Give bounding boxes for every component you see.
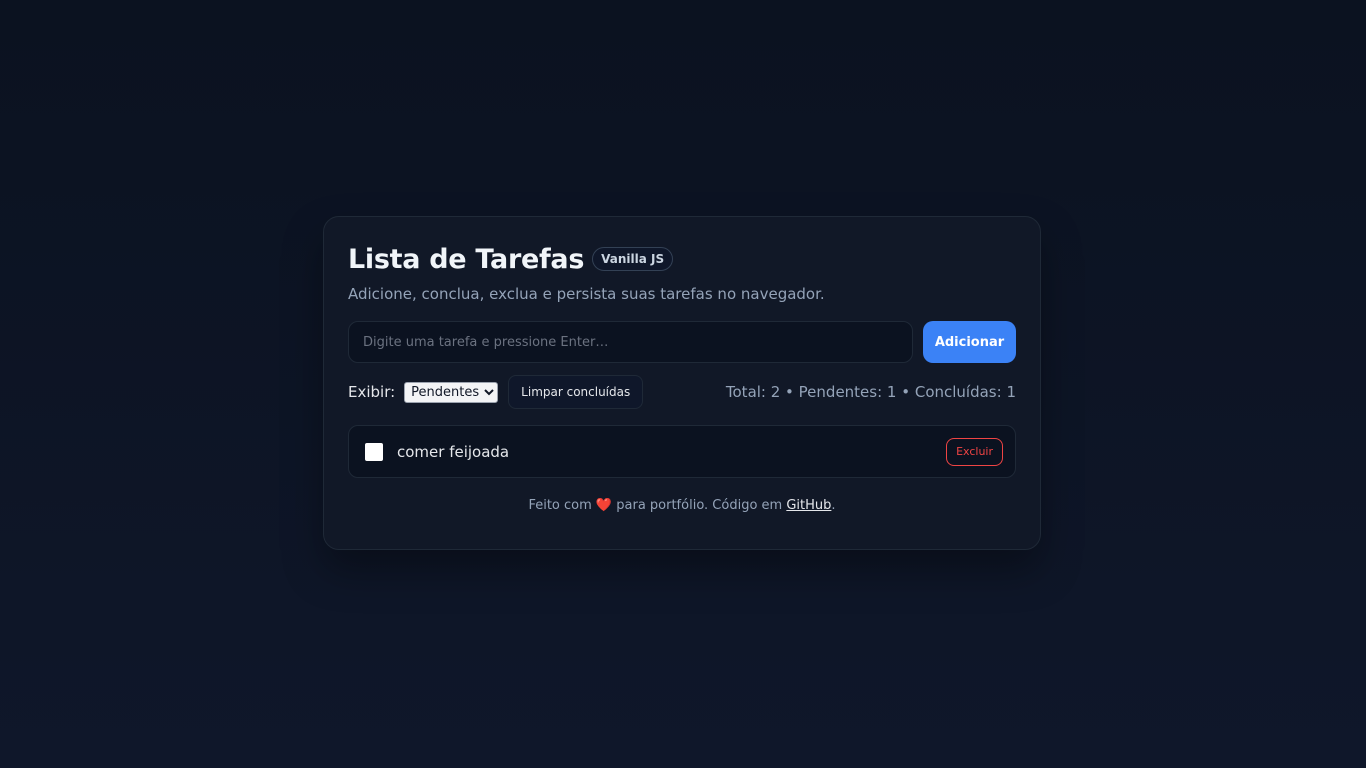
task-stats: Total: 2 • Pendentes: 1 • Concluídas: 1 — [725, 383, 1016, 401]
add-task-form: Adicionar — [348, 321, 1016, 363]
github-link[interactable]: GitHub — [786, 498, 831, 513]
task-input[interactable] — [348, 321, 913, 363]
add-button[interactable]: Adicionar — [923, 321, 1016, 363]
task-checkbox[interactable] — [365, 442, 383, 461]
clear-completed-button[interactable]: Limpar concluídas — [508, 375, 644, 409]
footer-prefix: Feito com — [528, 498, 592, 513]
task-list: comer feijoada Excluir — [348, 425, 1016, 478]
task-text: comer feijoada — [397, 442, 510, 461]
footer-suffix: . — [831, 498, 836, 513]
controls-bar: Exibir: Pendentes Limpar concluídas Tota… — [348, 375, 1016, 409]
todo-card: Lista de Tarefas Vanilla JS Adicione, co… — [323, 216, 1041, 550]
delete-button[interactable]: Excluir — [946, 437, 1003, 466]
page-subtitle: Adicione, conclua, exclua e persista sua… — [348, 285, 825, 303]
heart-icon: ❤️ — [595, 498, 613, 513]
page-title: Lista de Tarefas — [348, 243, 585, 275]
header: Lista de Tarefas Vanilla JS — [348, 241, 1016, 277]
task-item: comer feijoada Excluir — [348, 425, 1016, 478]
filter-select[interactable]: Pendentes — [404, 381, 499, 403]
tech-badge: Vanilla JS — [592, 247, 674, 271]
footer: Feito com ❤️ para portfólio. Código em G… — [348, 498, 1016, 513]
footer-middle: para portfólio. Código em — [616, 498, 783, 513]
filter-label: Exibir: — [348, 383, 396, 401]
